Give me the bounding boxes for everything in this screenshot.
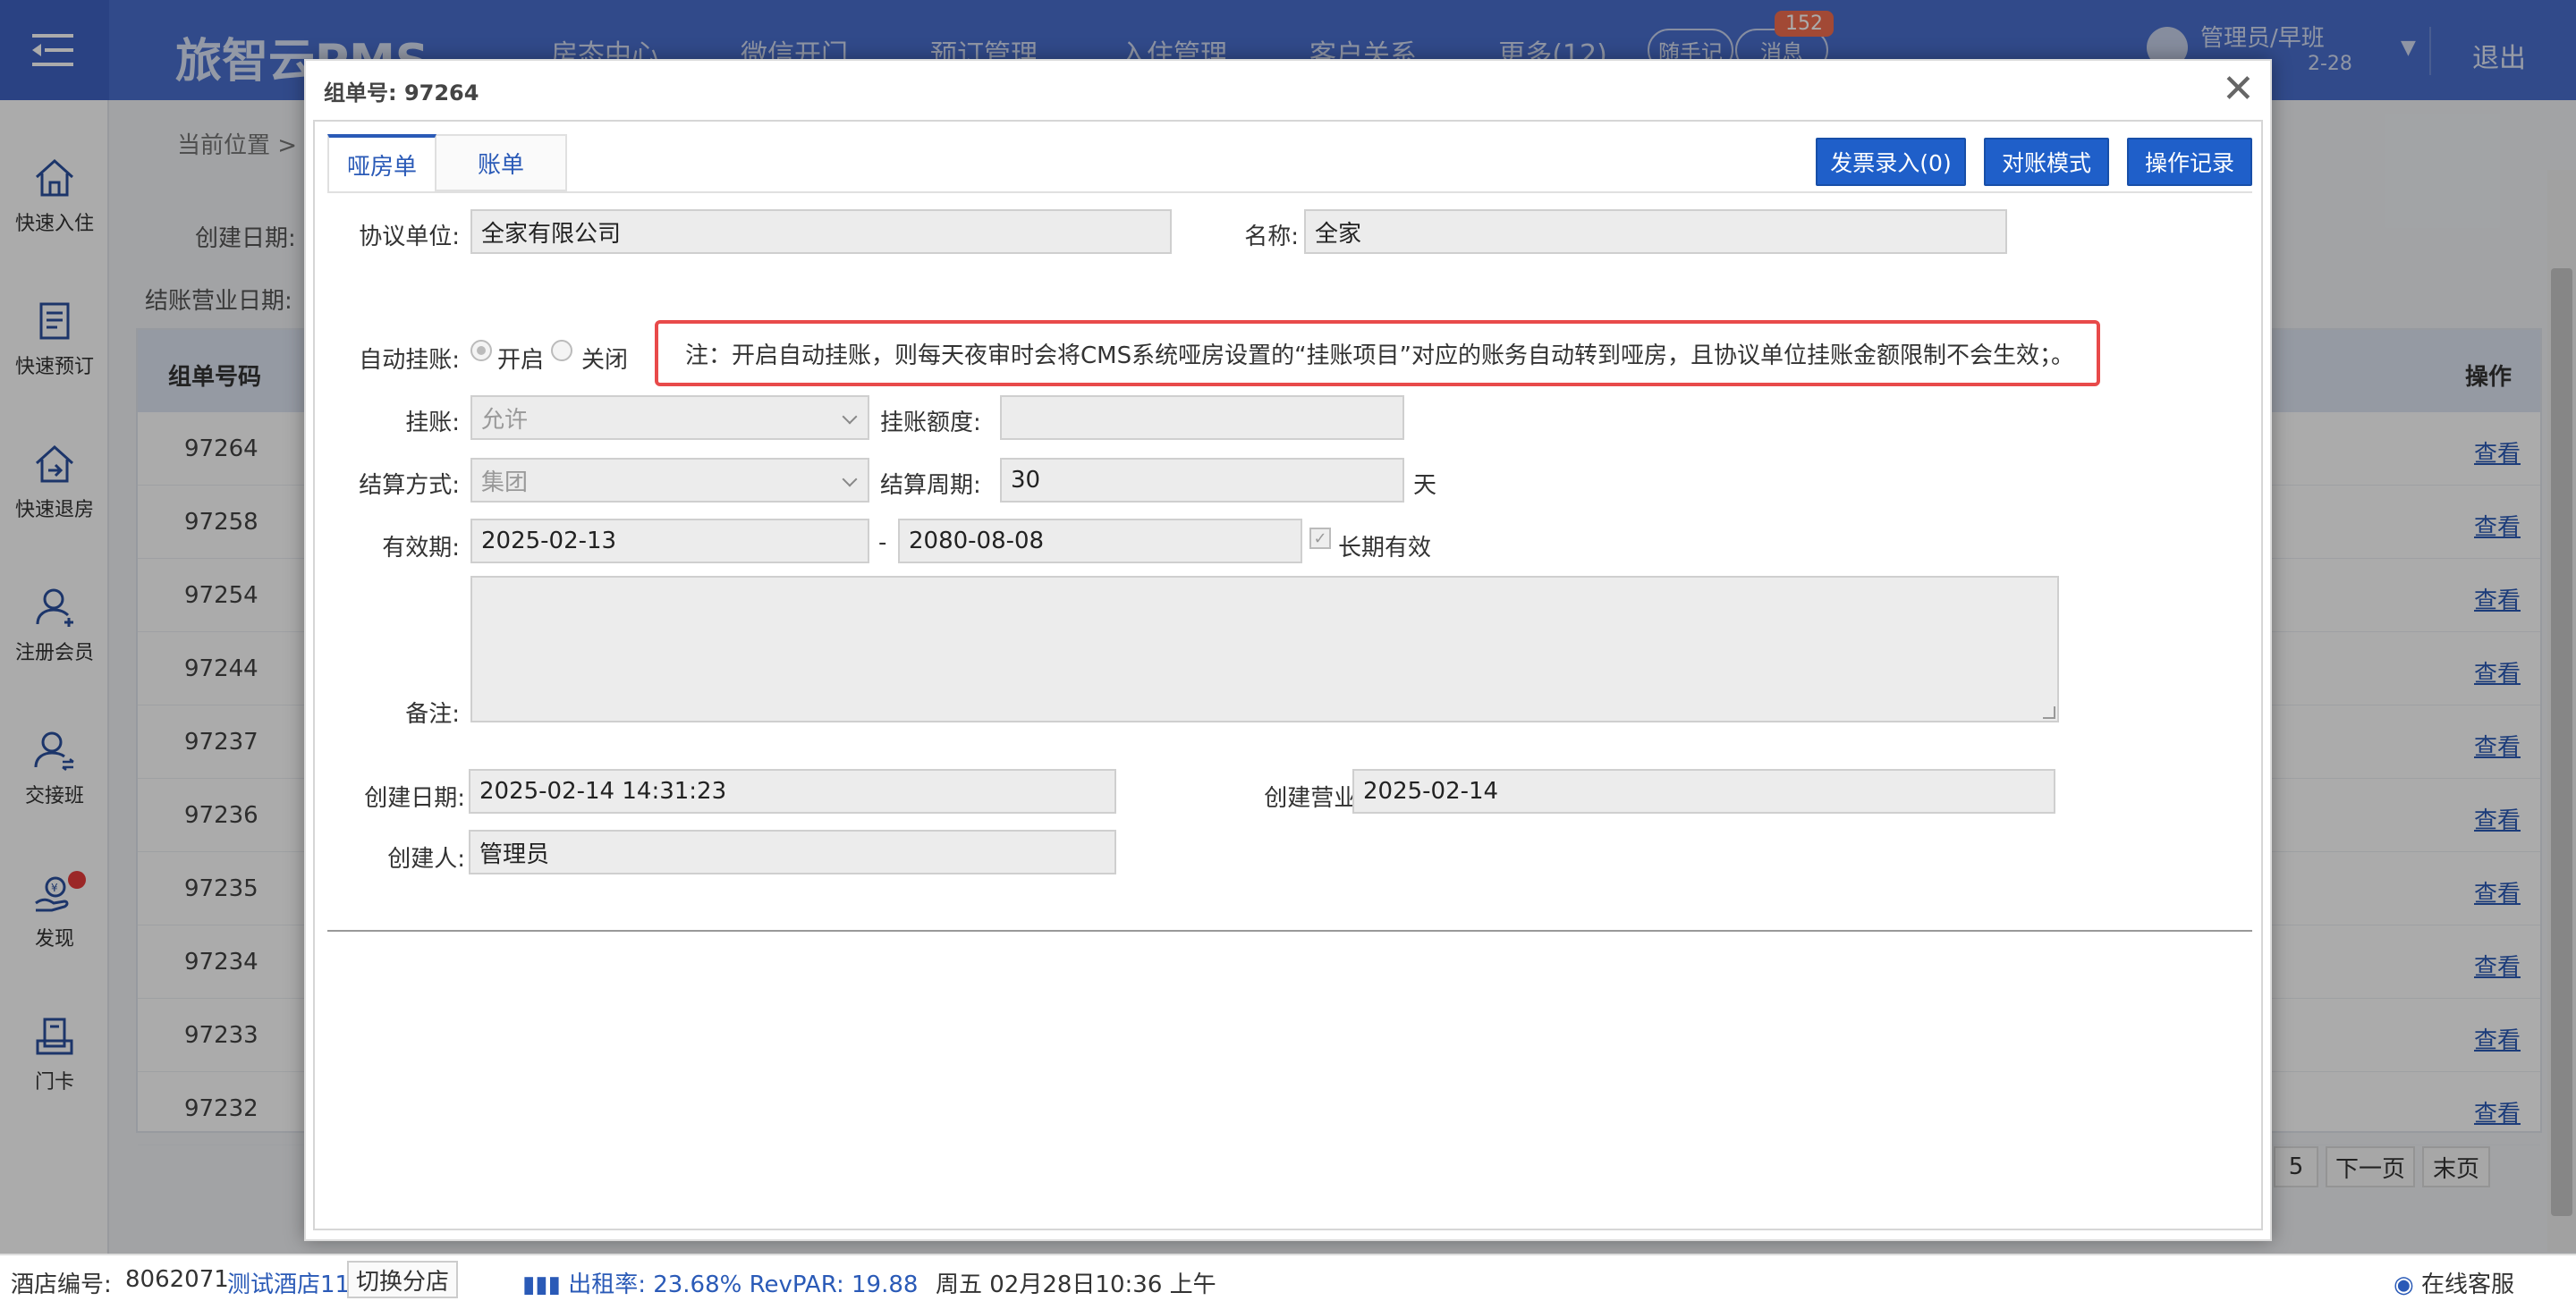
valid-from-field[interactable]: 2025-02-13 bbox=[470, 519, 869, 563]
auto-charge-off-label: 关闭 bbox=[581, 347, 629, 374]
charge-label: 挂账: bbox=[405, 410, 460, 436]
online-service-link[interactable]: ◉ 在线客服 bbox=[2394, 1266, 2514, 1299]
created-biz-date-field[interactable]: 2025-02-14 bbox=[1352, 769, 2055, 814]
agreement-unit-label: 协议单位: bbox=[359, 224, 460, 250]
valid-to-field[interactable]: 2080-08-08 bbox=[898, 519, 1302, 563]
reconcile-mode-button[interactable]: 对账模式 bbox=[1984, 138, 2109, 186]
tabs-divider bbox=[327, 191, 2252, 193]
creator-label: 创建人: bbox=[387, 846, 465, 873]
valid-separator: - bbox=[878, 529, 887, 556]
settlement-period-field[interactable]: 30 bbox=[1000, 458, 1404, 503]
long-term-label: 长期有效 bbox=[1338, 535, 1432, 562]
status-footer: 酒店编号: 8062071 测试酒店11 切换分店 ▮▮▮ 出租率: 23.68… bbox=[0, 1254, 2576, 1301]
occupancy-stats[interactable]: ▮▮▮ 出租率: 23.68% RevPAR: 19.88 bbox=[522, 1266, 918, 1299]
modal-title: 组单号: 97264 bbox=[324, 80, 479, 106]
created-date-label: 创建日期: bbox=[364, 785, 465, 812]
long-term-checkbox[interactable]: ✓ bbox=[1309, 528, 1331, 549]
group-order-modal: 组单号: 97264 ✕ 哑房单 账单 发票录入(0) 对账模式 操作记录 协议… bbox=[304, 59, 2272, 1241]
close-icon[interactable]: ✕ bbox=[2222, 66, 2255, 112]
hotel-name-link[interactable]: 测试酒店11 bbox=[227, 1266, 350, 1299]
creator-field[interactable]: 管理员 bbox=[469, 830, 1116, 874]
auto-charge-off-radio[interactable] bbox=[551, 340, 572, 361]
tab-dummy-room[interactable]: 哑房单 bbox=[327, 134, 437, 191]
agreement-unit-field[interactable]: 全家有限公司 bbox=[470, 209, 1172, 254]
switch-branch-button[interactable]: 切换分店 bbox=[347, 1261, 459, 1298]
charge-limit-field[interactable] bbox=[1000, 395, 1404, 440]
headset-icon: ◉ bbox=[2394, 1271, 2414, 1298]
validity-label: 有效期: bbox=[382, 535, 460, 562]
resize-handle-icon[interactable] bbox=[2043, 706, 2055, 719]
auto-charge-on-label: 开启 bbox=[497, 347, 545, 374]
hotel-no-label: 酒店编号: bbox=[11, 1271, 112, 1298]
remark-textarea[interactable] bbox=[470, 576, 2059, 722]
section-divider bbox=[327, 930, 2252, 932]
operation-log-button[interactable]: 操作记录 bbox=[2127, 138, 2252, 186]
modal-tabs: 哑房单 账单 bbox=[327, 134, 568, 191]
modal-body: 哑房单 账单 发票录入(0) 对账模式 操作记录 协议单位: 全家有限公司 名称… bbox=[313, 120, 2263, 1230]
chart-icon: ▮▮▮ bbox=[522, 1271, 569, 1298]
settlement-period-label: 结算周期: bbox=[880, 472, 981, 499]
name-field[interactable]: 全家 bbox=[1304, 209, 2007, 254]
tab-bill[interactable]: 账单 bbox=[436, 134, 568, 191]
remark-label: 备注: bbox=[405, 701, 460, 728]
invoice-entry-button[interactable]: 发票录入(0) bbox=[1816, 138, 1966, 186]
name-label: 名称: bbox=[1244, 224, 1299, 250]
auto-charge-note: 注：开启自动挂账，则每天夜审时会将CMS系统哑房设置的“挂账项目”对应的账务自动… bbox=[655, 320, 2100, 386]
period-unit-label: 天 bbox=[1413, 472, 1437, 499]
hotel-no: 8062071 bbox=[125, 1266, 229, 1293]
settlement-method-label: 结算方式: bbox=[359, 472, 460, 499]
auto-charge-on-radio[interactable] bbox=[470, 340, 492, 361]
created-date-field[interactable]: 2025-02-14 14:31:23 bbox=[469, 769, 1116, 814]
charge-select[interactable]: 允许 bbox=[470, 395, 869, 440]
settlement-method-select[interactable]: 集团 bbox=[470, 458, 869, 503]
auto-charge-label: 自动挂账: bbox=[359, 347, 460, 374]
online-service-label: 在线客服 bbox=[2420, 1271, 2514, 1298]
datetime: 周五 02月28日10:36 上午 bbox=[936, 1271, 1216, 1298]
occupancy-text: 出租率: 23.68% RevPAR: 19.88 bbox=[568, 1271, 919, 1298]
